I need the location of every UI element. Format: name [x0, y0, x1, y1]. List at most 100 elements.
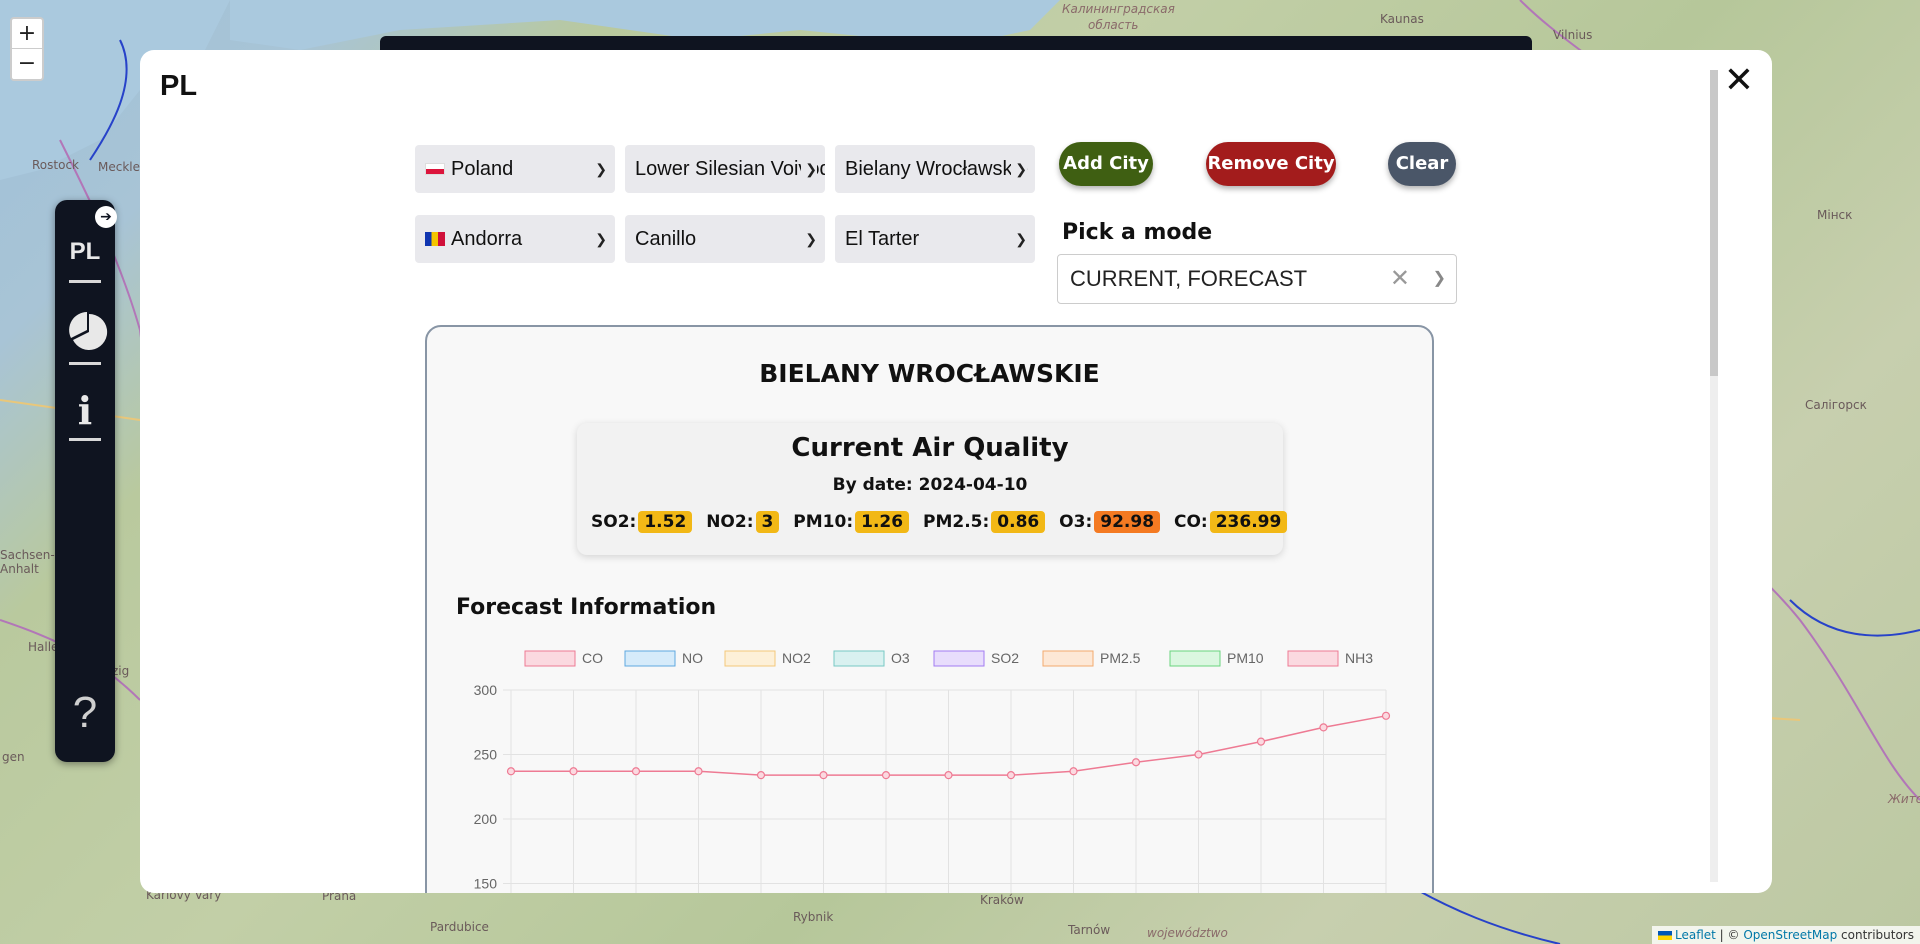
pollutant-o3: O3: 92.98: [1059, 511, 1161, 533]
map-label: Rostock: [32, 158, 79, 172]
legend-label: O3: [891, 650, 910, 666]
map-label: Калининградская: [1062, 2, 1175, 16]
region-select-1[interactable]: Lower Silesian Voivodeship ❯: [625, 145, 825, 193]
mode-select-value: CURRENT, FORECAST: [1070, 266, 1308, 291]
legend-swatch: [1042, 650, 1094, 667]
poland-flag-icon: [425, 163, 445, 175]
pollutant-label: SO2:: [591, 512, 637, 532]
region-select-2-value: Canillo: [635, 228, 697, 250]
pollutant-label: O3:: [1059, 512, 1093, 532]
y-tick-label: 250: [474, 747, 498, 763]
pollutant-label: CO:: [1173, 512, 1208, 532]
legend-swatch: [524, 650, 576, 667]
map-label: Tarnów: [1068, 923, 1111, 937]
andorra-flag-icon: [425, 232, 445, 246]
forecast-chart[interactable]: CO NO NO2 O3 SO2 PM2.5 PM10 NH3 300 250 200 150: [445, 637, 1405, 893]
pollutant-no2: NO2: 3: [706, 511, 780, 533]
map-label: Kaunas: [1380, 12, 1424, 26]
data-point: [506, 767, 516, 776]
map-label: область: [1088, 18, 1139, 32]
data-point: [1131, 758, 1141, 767]
country-select-1-value: Poland: [451, 158, 514, 180]
current-air-quality-title: Current Air Quality: [791, 433, 1069, 463]
current-air-quality-panel: Current Air Quality By date: 2024-04-10 …: [577, 423, 1288, 555]
data-point: [569, 767, 578, 776]
data-point: [694, 767, 703, 776]
pollutant-value: 92.98: [1094, 511, 1161, 533]
chevron-down-icon: ❯: [1011, 145, 1027, 193]
attribution-separator: | ©: [1715, 928, 1744, 942]
legend-label: CO: [582, 650, 603, 666]
modal-scrollbar[interactable]: [1710, 70, 1718, 882]
chevron-down-icon: ❯: [801, 145, 817, 193]
mode-select[interactable]: CURRENT, FORECAST ✕ ❯: [1057, 254, 1457, 304]
city-select-1[interactable]: Bielany Wrocławskie ❯: [835, 145, 1035, 193]
chevron-down-icon: ❯: [1011, 215, 1027, 263]
zoom-out-button[interactable]: −: [12, 49, 42, 79]
sidebar-item-country[interactable]: PL: [69, 238, 101, 266]
country-select-1[interactable]: Poland ❯: [415, 145, 615, 193]
map-label: Vilnius: [1553, 28, 1593, 42]
y-tick-label: 200: [474, 811, 498, 827]
map-attribution: Leaflet | © OpenStreetMap contributors: [1652, 926, 1920, 944]
data-point: [756, 771, 766, 780]
pollutant-value: 1.26: [855, 511, 910, 533]
zoom-in-button[interactable]: +: [12, 19, 42, 49]
info-icon[interactable]: i: [69, 388, 101, 433]
pie-chart-icon[interactable]: [69, 312, 108, 356]
pollutant-value: 0.86: [991, 511, 1046, 533]
chevron-down-icon[interactable]: ❯: [1433, 255, 1446, 303]
clear-button[interactable]: Clear: [1388, 142, 1456, 186]
modal-title: PL: [160, 70, 198, 102]
map-label: Pardubice: [430, 920, 489, 934]
country-select-2[interactable]: Andorra ❯: [415, 215, 615, 263]
region-select-2[interactable]: Canillo ❯: [625, 215, 825, 263]
add-city-button[interactable]: Add City: [1059, 142, 1153, 186]
data-point: [631, 767, 641, 776]
city-select-2-value: El Tarter: [845, 228, 920, 250]
city-card: BIELANY WROCŁAWSKIE Current Air Quality …: [425, 325, 1434, 893]
city-select-2[interactable]: El Tarter ❯: [835, 215, 1035, 263]
help-icon[interactable]: ?: [69, 688, 101, 738]
pollutant-label: PM2.5:: [923, 512, 990, 532]
map-label: województwo: [1147, 926, 1228, 940]
zoom-control: + −: [10, 17, 44, 81]
pollutant-pm10: PM10: 1.26: [793, 511, 910, 533]
sidebar: ➔ PL i ?: [55, 200, 117, 762]
remove-city-button[interactable]: Remove City: [1206, 142, 1336, 186]
sidebar-underline: [69, 438, 101, 441]
pollutant-pm25: PM2.5: 0.86: [923, 511, 1046, 533]
city-modal: PL ✕ Poland ❯ Lower Silesian Voivodeship…: [140, 50, 1772, 893]
map-label: Мінск: [1817, 208, 1853, 222]
legend-swatch: [1169, 650, 1221, 667]
clear-icon[interactable]: ✕: [1390, 255, 1410, 303]
forecast-title: Forecast Information: [456, 595, 717, 620]
map-label: Салігорск: [1805, 398, 1867, 412]
map-label: Meckle: [98, 160, 140, 174]
data-point: [1194, 750, 1203, 759]
attribution-suffix: contributors: [1837, 928, 1914, 942]
country-select-2-value: Andorra: [451, 228, 523, 250]
map-label: Rybnik: [793, 910, 834, 924]
city-title: BIELANY WROCŁAWSKIE: [759, 359, 1100, 388]
current-air-quality-date: By date: 2024-04-10: [832, 475, 1028, 495]
scrollbar-thumb[interactable]: [1710, 70, 1718, 376]
map-label: Halle: [28, 640, 59, 654]
pollutant-co: CO: 236.99: [1173, 511, 1288, 533]
mode-label: Pick a mode: [1062, 220, 1213, 245]
legend-swatch: [624, 650, 676, 667]
sidebar-toggle-arrow-icon[interactable]: ➔: [95, 206, 117, 228]
pollutant-label: NO2:: [706, 512, 754, 532]
pollutant-value: 236.99: [1209, 511, 1288, 533]
sidebar-underline: [69, 362, 101, 365]
map-label: gen: [2, 750, 25, 764]
osm-link[interactable]: OpenStreetMap: [1743, 928, 1837, 942]
legend-label: SO2: [991, 650, 1019, 666]
sidebar-underline: [69, 280, 101, 283]
close-icon[interactable]: ✕: [1724, 60, 1754, 101]
region-select-1-value: Lower Silesian Voivodeship: [635, 158, 825, 180]
data-point: [1069, 767, 1078, 776]
pollutant-label: PM10:: [793, 512, 854, 532]
leaflet-link[interactable]: Leaflet: [1675, 928, 1716, 942]
city-select-1-value: Bielany Wrocławskie: [845, 158, 1029, 180]
